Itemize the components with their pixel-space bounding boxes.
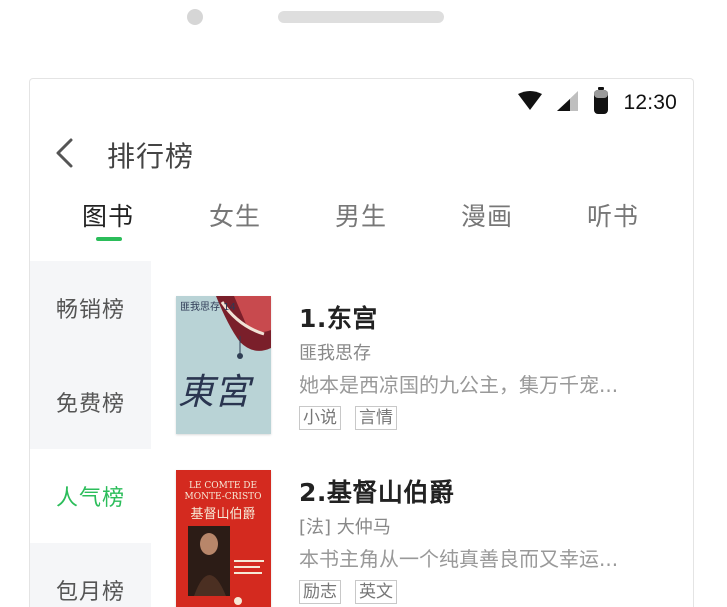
- book-tag[interactable]: 英文: [355, 580, 397, 604]
- sidebar-item-label: 畅销榜: [55, 298, 125, 323]
- sidebar-item-label: 包月榜: [55, 580, 125, 605]
- book-description: 本书主角从一个纯真善良而又幸运...: [299, 547, 619, 571]
- status-bar: 12:30: [517, 87, 677, 119]
- book-description: 她本是西凉国的九公主，集万千宠...: [299, 373, 619, 397]
- sidebar-item-popular[interactable]: 人气榜: [30, 449, 151, 543]
- book-cover[interactable]: LE COMTE DE MONTE-CRISTO 基督山伯爵: [176, 470, 271, 607]
- tab-male[interactable]: 男生: [335, 197, 387, 233]
- device-frame-top: [0, 0, 727, 78]
- sidebar-item-free[interactable]: 免费榜: [30, 355, 151, 449]
- cover-top-text: 匪我思存 14: [180, 300, 236, 313]
- camera-dot: [187, 9, 203, 25]
- book-title: 1.东宫: [299, 304, 378, 333]
- book-tag[interactable]: 小说: [299, 406, 341, 430]
- book-list-item[interactable]: 匪我思存 14 東宮 1.东宫 匪我思存 她本是西凉国的九公主，集万千宠... …: [176, 296, 676, 441]
- book-title: 2.基督山伯爵: [299, 478, 455, 507]
- book-tag[interactable]: 言情: [355, 406, 397, 430]
- book-list-item[interactable]: LE COMTE DE MONTE-CRISTO 基督山伯爵 2.基督山伯爵 […: [176, 470, 676, 607]
- chevron-left-icon: [53, 137, 75, 173]
- sidebar-item-monthly[interactable]: 包月榜: [30, 543, 151, 607]
- book-cover[interactable]: 匪我思存 14 東宮: [176, 296, 271, 434]
- back-button[interactable]: [46, 137, 82, 173]
- status-time: 12:30: [623, 91, 677, 114]
- sidebar-item-label: 人气榜: [55, 486, 125, 511]
- tab-comics[interactable]: 漫画: [461, 197, 513, 233]
- cover-title-text: 基督山伯爵: [190, 507, 255, 522]
- book-author: 匪我思存: [299, 343, 371, 364]
- header-bar: 排行榜: [30, 131, 693, 179]
- phone-screen: 12:30 排行榜 图书 女生 男生 漫画 听书 畅销榜 免费榜 人气榜 包月榜: [29, 78, 694, 607]
- ranking-sidebar: 畅销榜 免费榜 人气榜 包月榜: [30, 261, 151, 607]
- svg-text:MONTE-CRISTO: MONTE-CRISTO: [184, 492, 261, 502]
- book-author: [法] 大仲马: [299, 517, 391, 538]
- book-tag[interactable]: 励志: [299, 580, 341, 604]
- active-tab-indicator: [96, 237, 122, 241]
- sidebar-item-bestseller[interactable]: 畅销榜: [30, 261, 151, 355]
- tab-audiobooks[interactable]: 听书: [587, 197, 639, 233]
- category-tabs: 图书 女生 男生 漫画 听书: [30, 197, 693, 249]
- sidebar-item-label: 免费榜: [55, 392, 125, 417]
- cellular-signal-icon: [557, 91, 579, 115]
- battery-icon: [593, 87, 609, 119]
- speaker-grille: [278, 11, 444, 23]
- svg-text:LE COMTE DE: LE COMTE DE: [189, 481, 257, 491]
- tab-female[interactable]: 女生: [209, 197, 261, 233]
- page-title: 排行榜: [107, 140, 195, 173]
- tab-books[interactable]: 图书: [82, 197, 134, 233]
- wifi-icon: [517, 91, 543, 115]
- book-tags: 小说 言情: [299, 406, 397, 430]
- cover-title-text: 東宮: [178, 372, 254, 413]
- book-tags: 励志 英文: [299, 580, 397, 604]
